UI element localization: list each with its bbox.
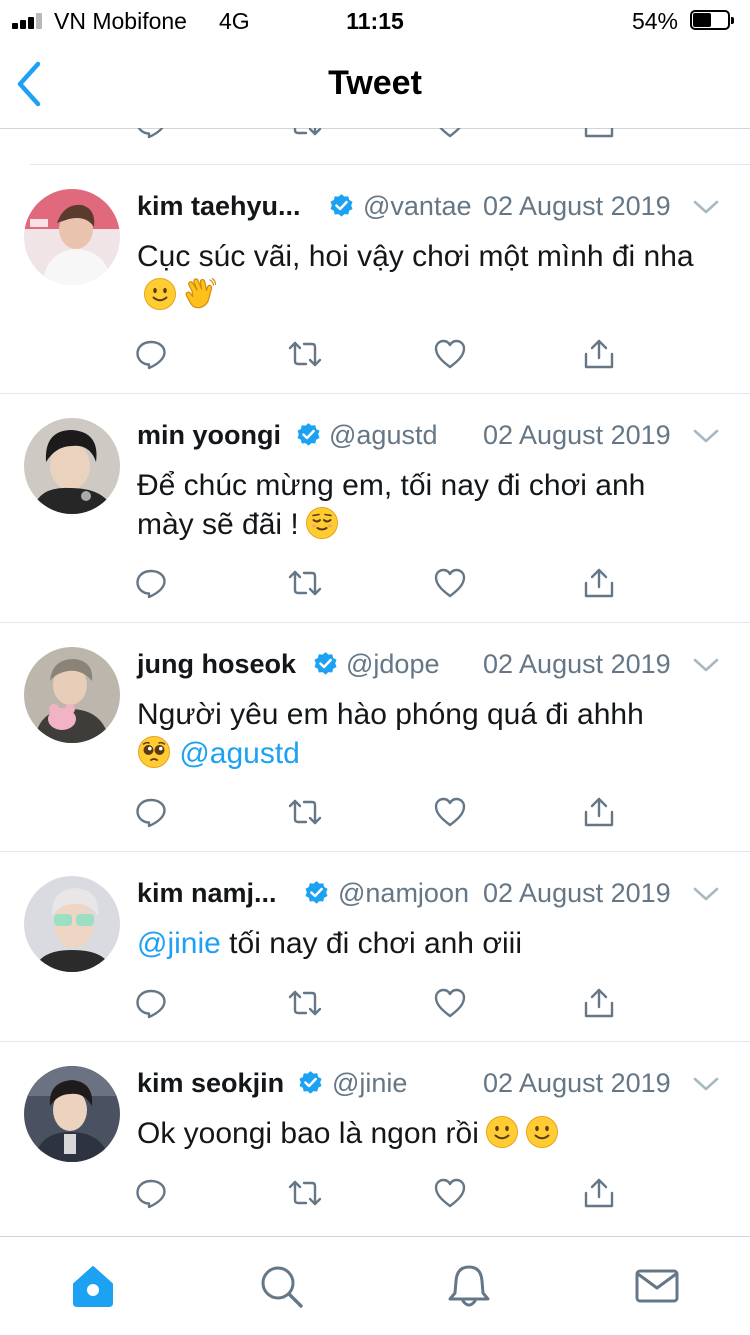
tweet-date: 02 August 2019 [483, 1068, 671, 1098]
user-handle[interactable]: @vantae [363, 191, 471, 222]
avatar[interactable] [24, 1066, 120, 1162]
like-icon[interactable] [433, 566, 467, 600]
like-icon[interactable] [433, 1176, 467, 1210]
tweet-text-block: @jinie tối nay đi chơi anh ơiii [137, 924, 710, 963]
tweet-actions [0, 337, 750, 377]
search-icon[interactable] [258, 1263, 304, 1309]
tweet-text: Cục súc vãi, hoi vậy chơi một mình đi nh… [137, 240, 694, 273]
retweet-icon[interactable] [288, 128, 322, 140]
user-handle[interactable]: @jinie [332, 1068, 407, 1099]
reply-icon[interactable] [134, 986, 168, 1020]
tab-bar [0, 1236, 750, 1335]
avatar[interactable] [24, 647, 120, 743]
page-title: Tweet [328, 64, 422, 102]
share-icon[interactable] [582, 1176, 616, 1210]
avatar[interactable] [24, 876, 120, 972]
retweet-icon[interactable] [288, 566, 322, 600]
tweet-actions [0, 566, 750, 606]
reply-icon[interactable] [134, 128, 168, 140]
verified-badge-icon [295, 422, 322, 449]
tweet-reply[interactable]: jung hoseok @jdope 02 August 2019 Người … [0, 623, 750, 852]
slightly-smiling-face-icon [525, 1115, 559, 1149]
avatar[interactable] [24, 418, 120, 514]
chevron-down-icon[interactable] [692, 655, 720, 675]
tweet-actions [0, 795, 750, 835]
previous-tweet-actions [0, 128, 750, 142]
reply-icon[interactable] [134, 566, 168, 600]
reply-icon[interactable] [134, 795, 168, 829]
share-icon[interactable] [582, 128, 616, 140]
user-handle[interactable]: @namjoon [338, 878, 469, 909]
battery-icon [690, 10, 736, 32]
share-icon[interactable] [582, 337, 616, 371]
chevron-down-icon[interactable] [692, 197, 720, 217]
reply-icon[interactable] [134, 337, 168, 371]
tweet-reply[interactable]: kim namj... @namjoon 02 August 2019 @jin… [0, 852, 750, 1042]
tweet-actions [0, 1176, 750, 1216]
user-name[interactable]: min yoongi [137, 420, 281, 451]
verified-badge-icon [297, 1070, 324, 1097]
user-name[interactable]: kim namj... [137, 878, 277, 909]
tweet-text-block: Người yêu em hào phóng quá đi ahhh @agus… [137, 695, 710, 773]
mention-link[interactable]: @agustd [179, 737, 300, 770]
chevron-down-icon[interactable] [692, 426, 720, 446]
slightly-smiling-face-icon [485, 1115, 519, 1149]
user-name[interactable]: kim taehyu... [137, 191, 301, 222]
like-icon[interactable] [433, 337, 467, 371]
share-icon[interactable] [582, 986, 616, 1020]
tweet-date: 02 August 2019 [483, 420, 671, 450]
verified-badge-icon [312, 651, 339, 678]
tweet-text: Ok yoongi bao là ngon rồi [137, 1117, 479, 1150]
retweet-icon[interactable] [288, 1176, 322, 1210]
reply-icon[interactable] [134, 1176, 168, 1210]
like-icon[interactable] [433, 795, 467, 829]
user-name[interactable]: jung hoseok [137, 649, 296, 680]
tweet-reply[interactable]: min yoongi @agustd 02 August 2019 Để chú… [0, 394, 750, 623]
waving-hand-icon [183, 277, 217, 311]
retweet-icon[interactable] [288, 795, 322, 829]
share-icon[interactable] [582, 566, 616, 600]
relieved-face-icon [305, 506, 339, 540]
tweet-text-block: Để chúc mừng em, tối nay đi chơi anh mày… [137, 466, 710, 544]
verified-badge-icon [328, 193, 355, 220]
battery-percentage: 54% [631, 8, 678, 34]
verified-badge-icon [303, 880, 330, 907]
tweet-reply[interactable]: kim seokjin @jinie 02 August 2019 Ok yoo… [0, 1042, 750, 1236]
tweet-text-block: Ok yoongi bao là ngon rồi [137, 1114, 710, 1153]
tweet-date: 02 August 2019 [483, 191, 671, 221]
like-icon[interactable] [433, 128, 467, 140]
notifications-icon[interactable] [446, 1263, 492, 1309]
tweet-date: 02 August 2019 [483, 878, 671, 908]
tweet-text: Người yêu em hào phóng quá đi ahhh [137, 698, 644, 731]
tweet-text-block: Cục súc vãi, hoi vậy chơi một mình đi nh… [137, 237, 710, 315]
home-icon[interactable] [70, 1263, 116, 1309]
chevron-down-icon[interactable] [692, 884, 720, 904]
mention-link[interactable]: @jinie [137, 927, 221, 960]
tweet-text: tối nay đi chơi anh ơiii [229, 927, 522, 960]
slightly-smiling-face-icon [143, 277, 177, 311]
chevron-down-icon[interactable] [692, 1074, 720, 1094]
tweet-actions [0, 986, 750, 1026]
retweet-icon[interactable] [288, 337, 322, 371]
retweet-icon[interactable] [288, 986, 322, 1020]
avatar[interactable] [24, 189, 120, 285]
share-icon[interactable] [582, 795, 616, 829]
user-name[interactable]: kim seokjin [137, 1068, 284, 1099]
navigation-bar: Tweet [0, 40, 750, 129]
user-handle[interactable]: @agustd [329, 420, 437, 451]
user-handle[interactable]: @jdope [346, 649, 439, 680]
messages-icon[interactable] [634, 1263, 680, 1309]
like-icon[interactable] [433, 986, 467, 1020]
status-bar: VN Mobifone 4G 11:15 54% [0, 0, 750, 40]
tweet-date: 02 August 2019 [483, 649, 671, 679]
tweet-reply[interactable]: kim taehyu... @vantae 02 August 2019 Cục… [0, 165, 750, 394]
tweet-text: Để chúc mừng em, tối nay đi chơi anh mày… [137, 469, 646, 541]
pleading-face-icon [137, 735, 171, 769]
